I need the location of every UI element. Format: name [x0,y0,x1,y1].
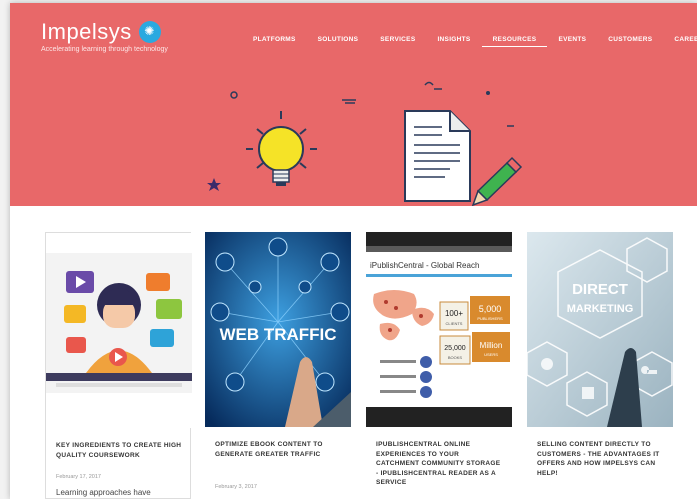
arc-icon [424,81,434,86]
card-title[interactable]: KEY INGREDIENTS TO CREATE HIGH QUALITY C… [56,441,184,460]
thumb-text-line1: DIRECT [572,281,628,298]
resource-card[interactable]: KEY INGREDIENTS TO CREATE HIGH QUALITY C… [45,232,192,499]
card-title[interactable]: IPUBLISHCENTRAL ONLINE EXPERIENCES TO YO… [376,440,504,488]
card-date: February 3, 2017 [215,484,257,490]
stat-label: CLIENTS [446,321,463,326]
dot-icon [486,91,490,95]
resource-card[interactable]: iPublishCentral - Global Reach 100+ CLIE… [366,232,512,499]
card-excerpt: Learning approaches have [56,488,151,497]
thumb-text-line2: MARKETING [567,303,634,315]
hero-banner: Impelsys ✺ Accelerating learning through… [10,3,697,206]
lightbulb-icon [246,111,317,186]
stat-label: USERS [484,352,498,357]
pencil-icon [471,156,523,206]
coursework-illustration [46,233,192,428]
card-date: February 17, 2017 [56,474,101,480]
gear-icon [541,358,553,370]
stat-value: 5,000 [479,304,502,314]
chat-bubble-icon [146,273,170,291]
resource-card[interactable]: WEB TRAFFIC OPTIMIZE EBOOK CONTENT TO GE… [205,232,351,499]
web-traffic-illustration: WEB TRAFFIC [205,232,351,427]
stat-label: PUBLISHERS [477,316,503,321]
document-icon [404,110,471,202]
resource-cards: KEY INGREDIENTS TO CREATE HIGH QUALITY C… [45,232,697,499]
chat-bubble-icon [156,299,182,319]
stat-value: 100+ [445,309,463,318]
dash-icon [342,99,356,104]
puzzle-icon [582,387,594,399]
stat-label: BOOKS [448,355,463,360]
card-thumbnail[interactable]: DIRECT MARKETING [527,232,673,427]
card-thumbnail[interactable] [46,233,192,428]
card-thumbnail[interactable]: iPublishCentral - Global Reach 100+ CLIE… [366,232,512,427]
stat-value: Million [480,341,503,350]
thumb-text: iPublishCentral - Global Reach [370,261,479,270]
stat-value: 25,000 [444,345,466,352]
card-title[interactable]: SELLING CONTENT DIRECTLY TO CUSTOMERS - … [537,440,665,478]
thumb-text: WEB TRAFFIC [219,325,336,344]
card-title[interactable]: OPTIMIZE EBOOK CONTENT TO GENERATE GREAT… [215,440,343,459]
star-icon [207,178,221,191]
card-thumbnail[interactable]: WEB TRAFFIC [205,232,351,427]
resource-card[interactable]: DIRECT MARKETING SELLING CONTENT DIRECTL… [527,232,673,499]
hero-illustration [207,81,523,206]
dot-icon [230,91,238,99]
headset-icon [64,305,86,323]
browser-page: Impelsys ✺ Accelerating learning through… [10,3,697,499]
global-reach-illustration: iPublishCentral - Global Reach 100+ CLIE… [366,232,512,427]
direct-marketing-illustration: DIRECT MARKETING [527,232,673,427]
